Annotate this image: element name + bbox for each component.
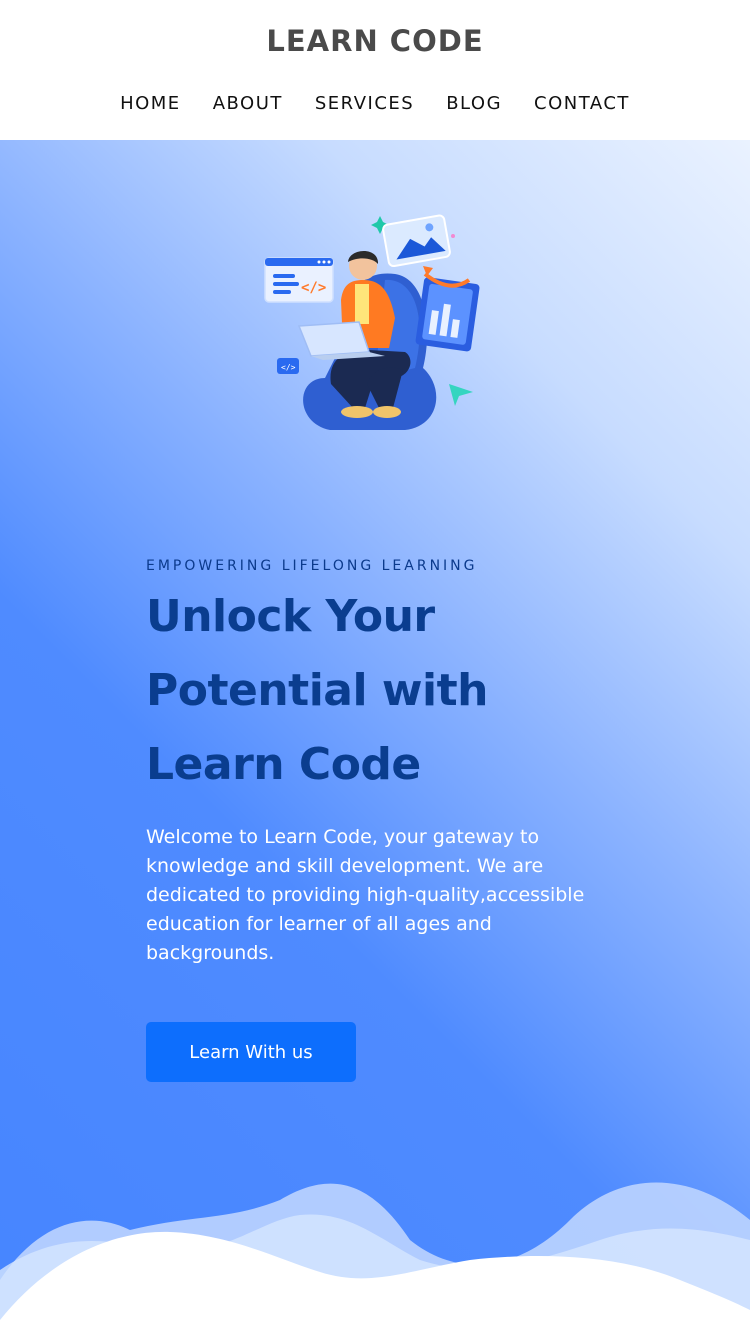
learn-with-us-button[interactable]: Learn With us [146, 1022, 356, 1082]
svg-text:</>: </> [301, 280, 326, 296]
main-nav: HOME ABOUT SERVICES BLOG CONTACT [0, 93, 750, 114]
nav-item-home[interactable]: HOME [120, 93, 181, 114]
hero-eyebrow: EMPOWERING LIFELONG LEARNING [146, 558, 478, 574]
svg-text:</>: </> [281, 363, 296, 372]
nav-item-blog[interactable]: BLOG [446, 93, 502, 114]
hero-intro: Welcome to Learn Code, your gateway to k… [146, 826, 585, 964]
site-header: LEARN CODE HOME ABOUT SERVICES BLOG CONT… [0, 0, 750, 140]
hero-section: </> </> EMPOWERING LIFELONG LEARNING Unl… [0, 140, 750, 1333]
student-laptop-illustration: </> </> [264, 214, 480, 430]
hero-headline: Unlock Your Potential with Learn Code [146, 591, 488, 790]
nav-item-contact[interactable]: CONTACT [534, 93, 630, 114]
nav-item-services[interactable]: SERVICES [315, 93, 414, 114]
brand-logo[interactable]: LEARN CODE [0, 24, 750, 58]
nav-item-about[interactable]: ABOUT [213, 93, 283, 114]
hero-wave-divider [0, 1182, 750, 1333]
